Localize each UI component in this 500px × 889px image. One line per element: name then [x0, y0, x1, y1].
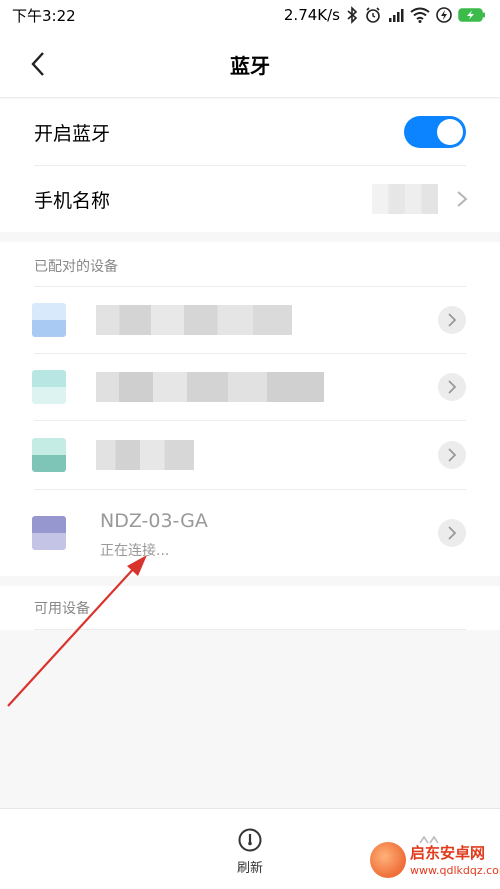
status-icons: 2.74K/s [284, 6, 486, 24]
watermark-title: 启东安卓网 [410, 844, 486, 862]
device-name-row[interactable]: 手机名称 [0, 166, 500, 232]
device-name: NDZ-03-GA [100, 510, 208, 532]
signal-icon [388, 7, 404, 23]
chevron-right-icon [448, 526, 457, 540]
paired-device-row-connecting[interactable]: NDZ-03-GA 正在连接... [0, 490, 500, 576]
status-time: 下午3:22 [12, 6, 76, 25]
available-devices-card: 可用设备 [0, 586, 500, 630]
alarm-icon [364, 6, 382, 24]
toggle-knob [437, 119, 463, 145]
network-speed: 2.74K/s [283, 6, 340, 24]
device-details-button[interactable] [438, 306, 466, 334]
bluetooth-toggle[interactable] [404, 116, 466, 148]
watermark-logo-icon [370, 842, 406, 878]
device-icon [32, 516, 66, 550]
bluetooth-toggle-row[interactable]: 开启蓝牙 [0, 99, 500, 165]
device-icon [32, 438, 66, 472]
device-name-blurred [96, 440, 194, 470]
chevron-right-icon [457, 191, 468, 207]
device-name-blurred [96, 372, 324, 402]
chevron-right-icon [448, 448, 457, 462]
device-name-blurred [96, 305, 292, 335]
device-icon [32, 303, 66, 337]
bluetooth-icon [346, 6, 358, 24]
bluetooth-toggle-label: 开启蓝牙 [34, 123, 111, 145]
device-status: 正在连接... [100, 543, 170, 559]
device-icon [32, 370, 66, 404]
paired-devices-title: 已配对的设备 [34, 259, 118, 275]
paired-device-row[interactable] [0, 287, 500, 353]
watermark: 启东安卓网 www.qdlkdqz.com [362, 838, 500, 889]
device-details-button[interactable] [438, 441, 466, 469]
device-name-label: 手机名称 [34, 190, 111, 212]
charging-icon [436, 7, 452, 23]
device-details-button[interactable] [438, 519, 466, 547]
paired-device-row[interactable] [0, 354, 500, 420]
device-details-button[interactable] [438, 373, 466, 401]
page-title: 蓝牙 [230, 54, 270, 78]
battery-icon [458, 7, 486, 23]
divider [34, 629, 466, 630]
refresh-icon [238, 828, 262, 852]
header: 蓝牙 [0, 30, 500, 98]
status-bar: 下午3:22 2.74K/s [0, 0, 500, 30]
available-devices-title: 可用设备 [34, 601, 90, 617]
chevron-right-icon [448, 380, 457, 394]
wifi-icon [410, 7, 430, 23]
refresh-label: 刷新 [236, 861, 263, 876]
watermark-url: www.qdlkdqz.com [410, 864, 500, 877]
device-name-value-blurred [372, 184, 438, 214]
paired-devices-card: 已配对的设备 NDZ-03-GA 正在连接... [0, 242, 500, 576]
chevron-right-icon [448, 313, 457, 327]
bluetooth-settings-card: 开启蓝牙 手机名称 [0, 99, 500, 232]
refresh-button[interactable]: 刷新 [222, 827, 278, 879]
paired-device-row[interactable] [0, 421, 500, 489]
